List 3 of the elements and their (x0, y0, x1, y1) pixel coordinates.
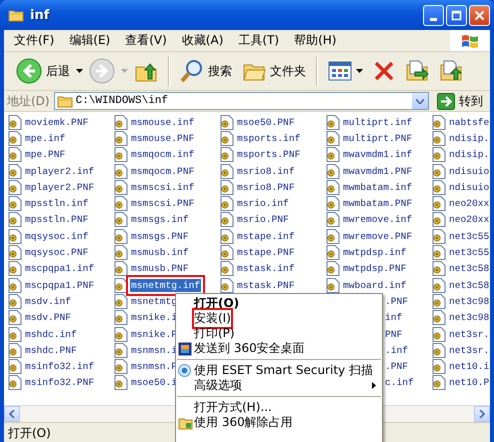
address-label: 地址(D) (7, 92, 50, 110)
status-text: 打开(O) (8, 424, 51, 442)
window-title: inf (30, 8, 50, 22)
